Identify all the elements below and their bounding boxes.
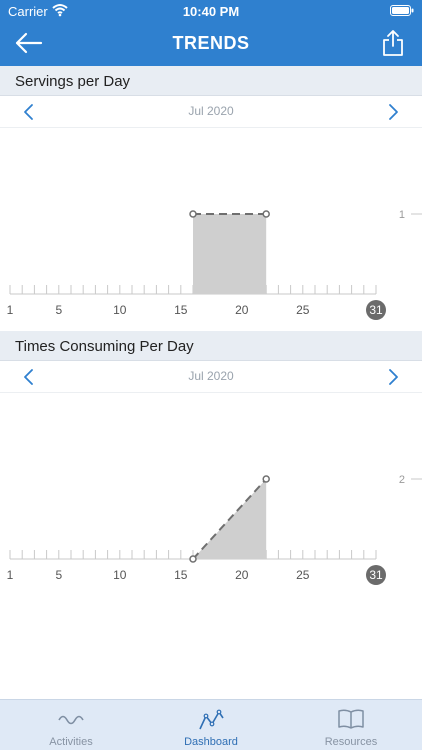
section-header-times: Times Consuming Per Day: [0, 331, 422, 361]
section-title: Times Consuming Per Day: [15, 338, 194, 355]
battery-icon: [390, 5, 414, 16]
nav-bar: TRENDS: [0, 24, 422, 64]
y-tick-label: 1: [399, 209, 405, 221]
month-label: Jul 2020: [188, 369, 234, 383]
x-tick-label: 5: [55, 568, 62, 582]
x-tick-label: 25: [296, 303, 310, 317]
x-tick-label: 20: [235, 303, 249, 317]
top-bar: Carrier 10:40 PM TRENDS: [0, 0, 422, 66]
month-label: Jul 2020: [188, 104, 234, 118]
x-tick-label: 25: [296, 568, 310, 582]
chevron-right-icon[interactable]: [384, 367, 402, 387]
tab-label: Activities: [49, 736, 93, 748]
wave-icon: [58, 715, 84, 725]
month-selector: Jul 2020: [0, 96, 422, 128]
area-fill: [193, 214, 267, 294]
data-point: [262, 475, 270, 483]
month-selector: Jul 2020: [0, 361, 422, 393]
tab-bar: Activities Dashboard Resources: [0, 699, 422, 750]
tab-label: Resources: [324, 736, 378, 748]
x-tick-label: 10: [113, 303, 127, 317]
x-tick-label: 1: [7, 568, 14, 582]
section-header-servings: Servings per Day: [0, 66, 422, 96]
x-tick-label: 15: [174, 568, 188, 582]
x-tick-label: 31: [369, 568, 383, 582]
share-icon[interactable]: [382, 29, 404, 57]
x-tick-label: 1: [7, 303, 14, 317]
status-time: 10:40 PM: [182, 4, 240, 19]
trend-line-icon: [199, 709, 224, 730]
book-icon: [338, 709, 364, 729]
servings-chart: 11 5 10 15 20 25 31: [7, 209, 422, 320]
tab-label: Dashboard: [184, 736, 238, 748]
tab-activities[interactable]: Activities: [1, 700, 141, 750]
status-bar: Carrier 10:40 PM: [0, 0, 422, 22]
tab-dashboard[interactable]: Dashboard: [141, 700, 281, 750]
x-tick-label: 31: [369, 303, 383, 317]
tab-resources[interactable]: Resources: [281, 700, 421, 750]
data-point: [189, 210, 197, 218]
x-tick-label: 10: [113, 568, 127, 582]
data-point: [262, 210, 270, 218]
x-tick-label: 5: [55, 303, 62, 317]
x-tick-label: 15: [174, 303, 188, 317]
page-title: TRENDS: [172, 33, 250, 53]
x-tick-label: 20: [235, 568, 249, 582]
chevron-right-icon[interactable]: [384, 102, 402, 122]
times-consuming-chart: 21 5 10 15 20 25 31: [7, 474, 422, 585]
section-title: Servings per Day: [15, 73, 131, 90]
y-tick-label: 2: [399, 474, 405, 486]
data-point: [189, 555, 197, 563]
